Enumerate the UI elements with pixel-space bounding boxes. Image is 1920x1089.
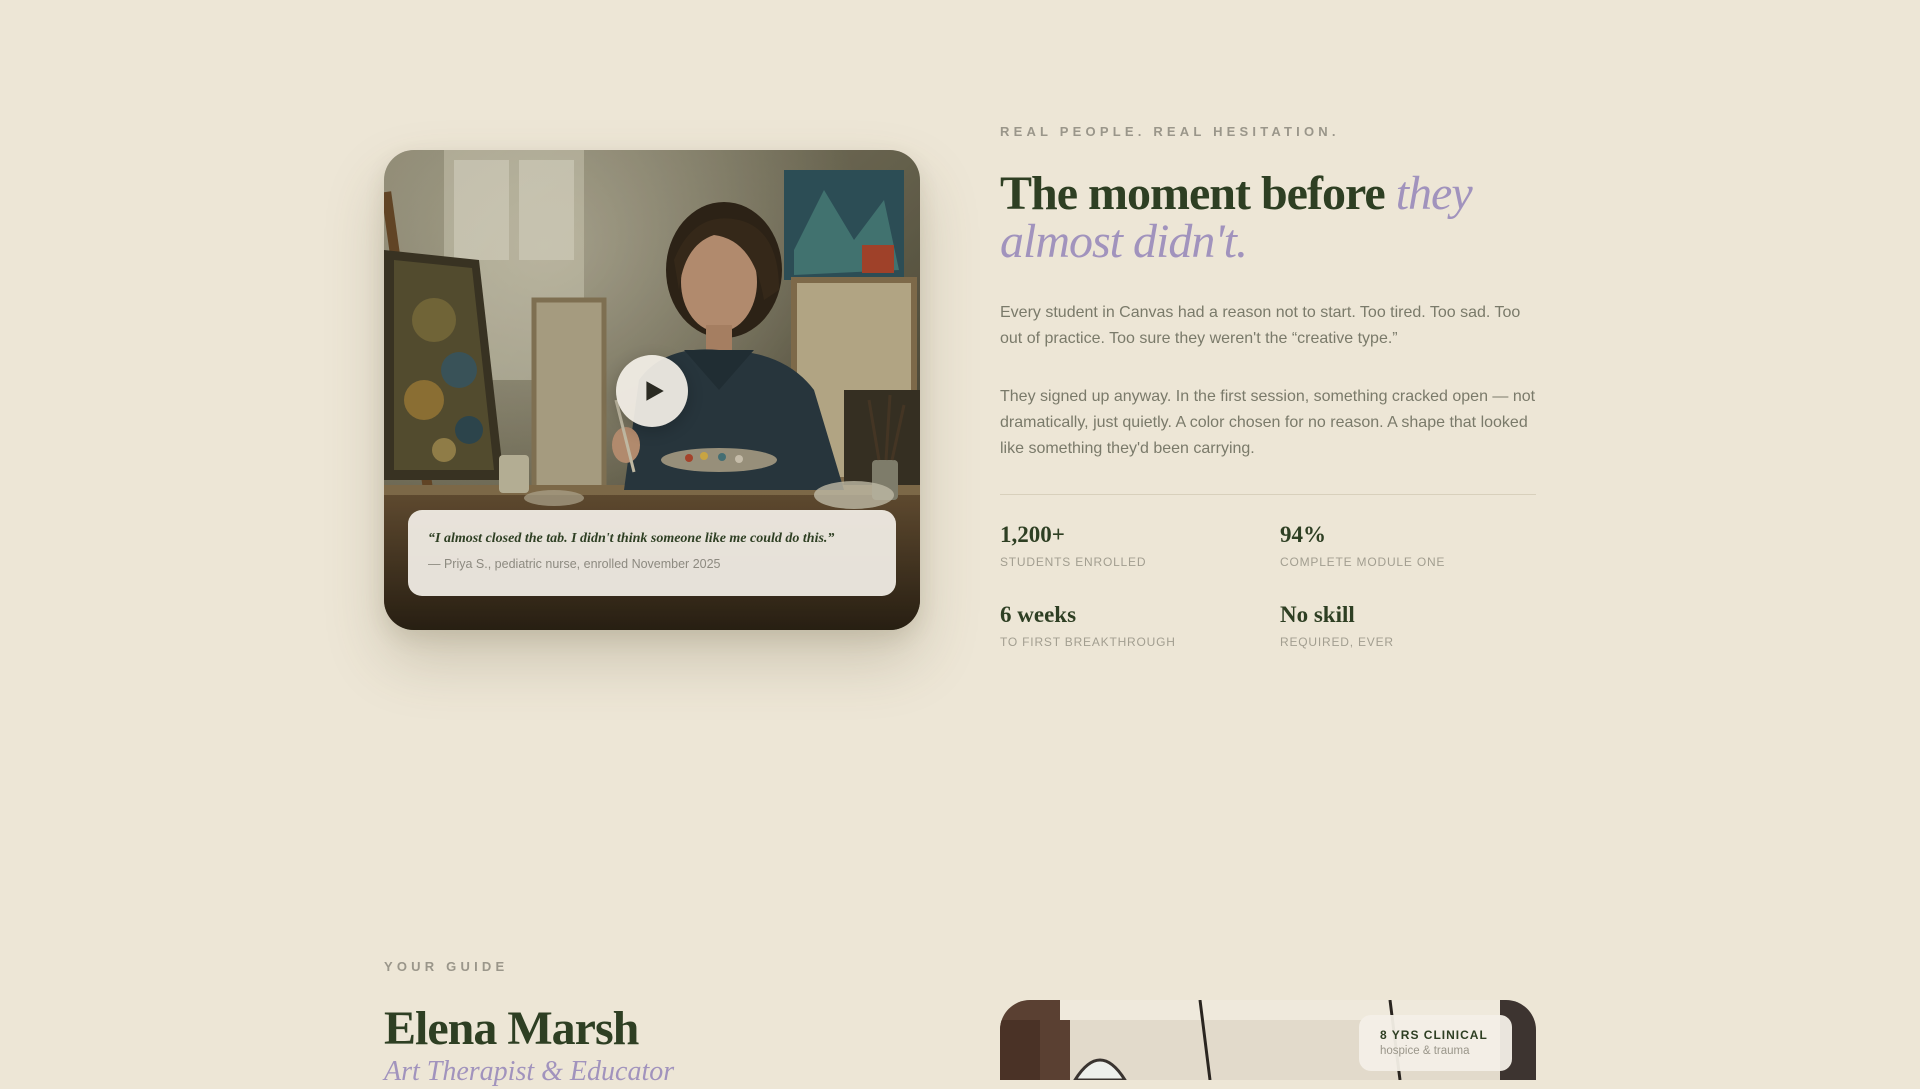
badge-subtitle: hospice & trauma xyxy=(1380,1045,1470,1057)
stat-value: No skill xyxy=(1280,602,1355,627)
story-paragraph-1: Every student in Canvas had a reason not… xyxy=(1000,304,1521,347)
stat-label: TO FIRST BREAKTHROUGH xyxy=(1000,635,1176,649)
story-paragraph-2: They signed up anyway. In the first sess… xyxy=(1000,388,1536,457)
clinical-experience-badge: 8 YRS CLINICAL hospice & trauma xyxy=(1359,1015,1512,1071)
stat-label: STUDENTS ENROLLED xyxy=(1000,555,1147,569)
guide-role: Art Therapist & Educator xyxy=(384,1056,675,1087)
testimonial-attribution: — Priya S., pediatric nurse, enrolled No… xyxy=(428,557,721,571)
stat-label: COMPLETE MODULE ONE xyxy=(1280,555,1446,569)
stat-first-breakthrough: 6 weeks TO FIRST BREAKTHROUGH xyxy=(1000,601,1176,649)
stat-complete-module: 94% COMPLETE MODULE ONE xyxy=(1280,521,1445,569)
testimonial-quote: “I almost closed the tab. I didn't think… xyxy=(428,531,835,546)
section-eyebrow: REAL PEOPLE. REAL HESITATION. xyxy=(1000,124,1340,139)
headline-main: The moment before xyxy=(1000,167,1396,220)
play-icon xyxy=(646,381,664,401)
stat-no-skill: No skill REQUIRED, EVER xyxy=(1280,601,1394,649)
guide-eyebrow: YOUR GUIDE xyxy=(384,959,509,974)
stats-divider xyxy=(1000,494,1536,495)
stat-value: 94% xyxy=(1280,522,1326,547)
testimonial-quote-box: “I almost closed the tab. I didn't think… xyxy=(408,510,896,596)
testimonial-video-card[interactable]: “I almost closed the tab. I didn't think… xyxy=(384,150,920,630)
stat-label: REQUIRED, EVER xyxy=(1280,635,1394,649)
stat-students-enrolled: 1,200+ STUDENTS ENROLLED xyxy=(1000,521,1146,569)
badge-title: 8 YRS CLINICAL xyxy=(1380,1028,1488,1042)
play-video-button[interactable] xyxy=(616,355,688,427)
stat-value: 1,200+ xyxy=(1000,522,1065,547)
guide-name: Elena Marsh xyxy=(384,1002,639,1055)
stat-value: 6 weeks xyxy=(1000,602,1077,627)
section-headline: The moment before they almost didn't. xyxy=(1000,170,1560,266)
